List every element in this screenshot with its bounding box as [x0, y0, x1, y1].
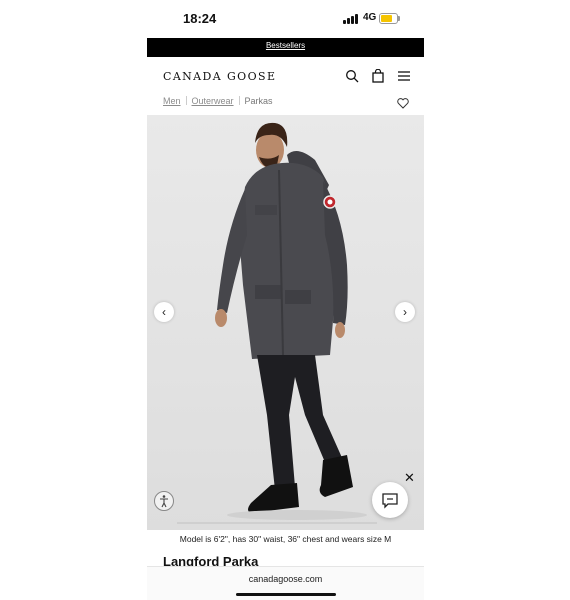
phone-screen: 18:24 4G Bestsellers CANADA GOOSE Men Out…: [147, 0, 424, 600]
gallery-progress-bar: [177, 522, 377, 524]
home-indicator: [236, 593, 336, 596]
breadcrumb-men[interactable]: Men: [163, 96, 181, 106]
browser-url[interactable]: canadagoose.com: [147, 574, 424, 584]
accessibility-button[interactable]: [154, 491, 174, 511]
gallery-next-button[interactable]: ›: [395, 302, 415, 322]
product-model-image: [215, 122, 367, 520]
wishlist-heart-icon[interactable]: [397, 98, 409, 109]
breadcrumb-divider: [238, 96, 240, 105]
bag-icon[interactable]: [371, 69, 385, 83]
breadcrumb-divider: [185, 96, 187, 105]
breadcrumb-outerwear[interactable]: Outerwear: [192, 96, 234, 106]
gallery-prev-button[interactable]: ‹: [154, 302, 174, 322]
breadcrumb-parkas: Parkas: [244, 96, 273, 106]
chat-button[interactable]: [372, 482, 408, 518]
network-type: 4G: [363, 12, 377, 23]
signal-icon: [343, 14, 359, 24]
model-size-note: Model is 6'2", has 30" waist, 36" chest …: [179, 534, 392, 544]
battery-icon: [379, 13, 400, 24]
status-time: 18:24: [183, 11, 217, 26]
accessibility-icon: [160, 495, 168, 508]
search-icon[interactable]: [345, 69, 359, 83]
site-header: CANADA GOOSE: [147, 57, 424, 95]
browser-address-bar[interactable]: canadagoose.com: [147, 566, 424, 600]
product-image-gallery[interactable]: ‹ › ✕: [147, 115, 424, 530]
promo-bestsellers-link[interactable]: Bestsellers: [147, 41, 424, 50]
menu-icon[interactable]: [397, 69, 411, 83]
status-bar: 18:24 4G: [147, 0, 424, 38]
brand-logo[interactable]: CANADA GOOSE: [163, 70, 276, 83]
chat-icon: [382, 493, 398, 509]
breadcrumb: Men Outerwear Parkas: [163, 96, 273, 106]
promo-banner: Bestsellers: [147, 38, 424, 57]
